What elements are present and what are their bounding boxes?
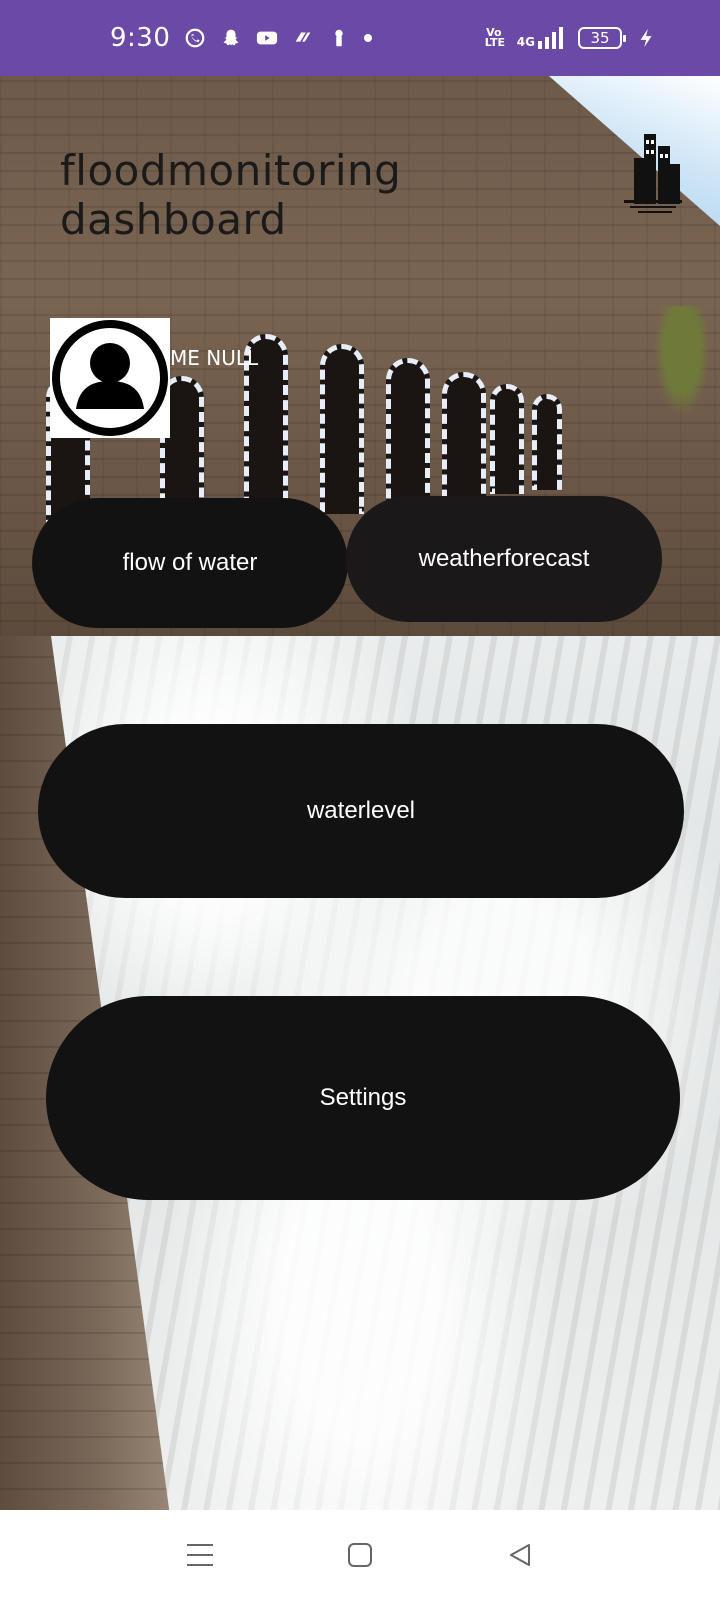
tree: [654, 306, 710, 416]
home-square-icon: [348, 1543, 372, 1567]
dam-arch: [532, 394, 562, 490]
whatsapp-icon: [186, 28, 205, 48]
avatar[interactable]: [50, 318, 170, 438]
home-button[interactable]: [330, 1525, 390, 1585]
battery-level: 35: [590, 29, 610, 47]
city-buildings-icon: [624, 134, 682, 213]
keyhole-icon: [335, 29, 344, 47]
dam-arch: [442, 372, 486, 502]
status-left: 9:30: [110, 23, 373, 53]
flow-of-water-button[interactable]: flow of water: [32, 498, 348, 628]
app-icon: [296, 32, 311, 42]
battery-indicator: 35: [578, 27, 626, 49]
dam-arch: [490, 384, 524, 494]
settings-button[interactable]: Settings: [46, 996, 680, 1200]
dam-arch: [386, 358, 430, 508]
weather-forecast-button[interactable]: weatherforecast: [346, 496, 662, 622]
back-button[interactable]: [490, 1525, 550, 1585]
signal-icon: [538, 27, 563, 49]
user-avatar-icon: [52, 320, 168, 436]
back-triangle-icon: [510, 1544, 530, 1566]
navigation-bar: [0, 1510, 720, 1600]
dam-arch: [320, 344, 364, 514]
youtube-icon: [257, 31, 278, 45]
recents-button[interactable]: [170, 1525, 230, 1585]
volte-indicator: Vo LTE: [484, 26, 506, 49]
status-right: Vo LTE 4G 35: [485, 27, 658, 49]
snapchat-icon: [224, 29, 239, 46]
status-bar: 9:30 Vo LTE 4G 35: [0, 0, 720, 76]
menu-icon: [187, 1544, 213, 1566]
signal-group: 4G: [517, 27, 564, 49]
more-notifications-dot: [364, 34, 373, 42]
charging-icon: [640, 28, 652, 48]
page-title: floodmonitoring dashboard: [60, 146, 402, 244]
status-time: 9:30: [110, 23, 171, 53]
user-name: ME NULL: [170, 346, 259, 370]
water-level-button[interactable]: waterlevel: [38, 724, 684, 898]
network-type: 4G: [516, 35, 535, 49]
